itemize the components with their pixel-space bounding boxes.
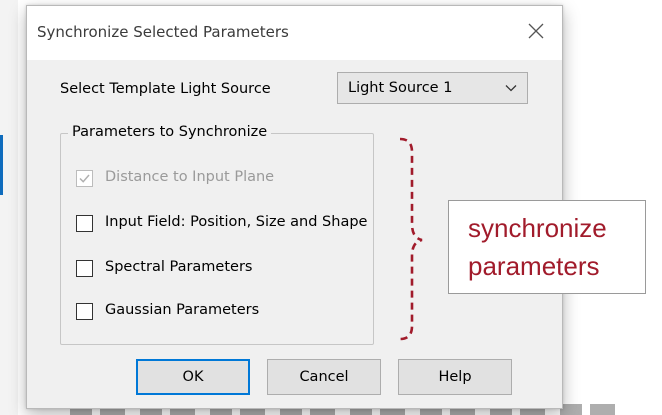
close-button[interactable]: [524, 19, 548, 43]
checkbox-box: [76, 170, 93, 187]
chevron-down-icon: [505, 85, 517, 92]
annotation-text-line-2: parameters: [468, 251, 600, 281]
checkbox-spectral-parameters[interactable]: Spectral Parameters: [76, 258, 296, 280]
checkbox-box: [76, 215, 93, 232]
dropdown-selected-value: Light Source 1: [348, 80, 453, 96]
ok-button[interactable]: OK: [136, 359, 250, 395]
groupbox-title: Parameters to Synchronize: [68, 124, 272, 140]
checkbox-label: Spectral Parameters: [105, 259, 253, 275]
curly-brace-annotation: [399, 137, 423, 341]
annotation-callout-box: synchronize parameters: [448, 200, 646, 294]
background-window-edge: [0, 0, 18, 415]
checkmark-icon: [79, 174, 90, 183]
checkbox-input-field[interactable]: Input Field: Position, Size and Shape: [76, 213, 396, 235]
checkbox-box: [76, 260, 93, 277]
background-accent-bar: [0, 135, 3, 195]
cancel-button[interactable]: Cancel: [267, 359, 381, 395]
checkbox-label: Distance to Input Plane: [105, 169, 275, 185]
checkbox-gaussian-parameters[interactable]: Gaussian Parameters: [76, 301, 296, 323]
light-source-dropdown[interactable]: Light Source 1: [337, 72, 528, 104]
close-icon: [528, 23, 544, 39]
checkbox-label: Input Field: Position, Size and Shape: [105, 214, 368, 230]
annotation-text-line-1: synchronize: [468, 213, 607, 243]
checkbox-label: Gaussian Parameters: [105, 302, 260, 318]
checkbox-distance-to-input-plane[interactable]: Distance to Input Plane: [76, 168, 316, 190]
dialog-title: Synchronize Selected Parameters: [37, 23, 289, 41]
checkbox-box: [76, 303, 93, 320]
help-button[interactable]: Help: [398, 359, 512, 395]
title-bar: Synchronize Selected Parameters: [27, 6, 562, 60]
template-label: Select Template Light Source: [60, 81, 271, 97]
